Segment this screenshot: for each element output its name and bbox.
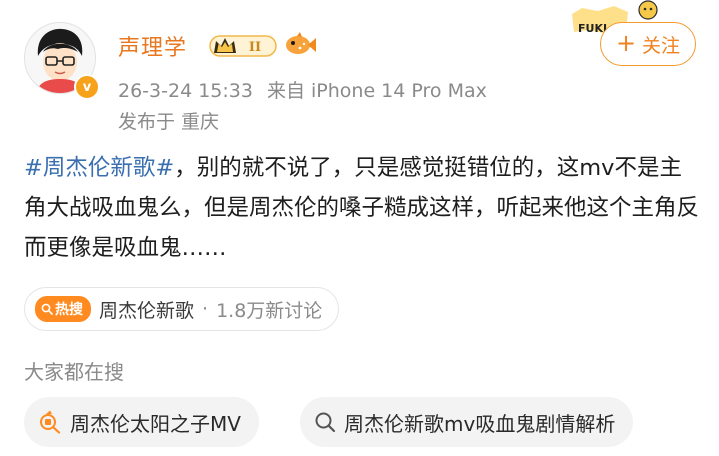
follow-button-label: 关注 bbox=[642, 34, 681, 57]
fish-badge-icon[interactable] bbox=[283, 30, 317, 58]
post-meta: 26-3-24 15:33 来自 iPhone 14 Pro Max bbox=[118, 76, 487, 103]
related-search-item[interactable]: 周杰伦新歌mv吸血鬼剧情解析 bbox=[300, 397, 634, 447]
related-search-item[interactable]: 周杰伦太阳之子MV bbox=[24, 397, 259, 447]
post-source: 来自 iPhone 14 Pro Max bbox=[266, 80, 487, 102]
related-search-label: 大家都在搜 bbox=[24, 360, 124, 384]
plus-icon: + bbox=[615, 29, 637, 57]
post-hashtag-link[interactable]: #周杰伦新歌# bbox=[24, 155, 174, 181]
hot-search-icon bbox=[40, 410, 61, 434]
related-search-text: 周杰伦新歌mv吸血鬼剧情解析 bbox=[344, 411, 616, 436]
hot-topic-count: 1.8万新讨论 bbox=[216, 299, 323, 322]
hot-tag-label: 热搜 bbox=[55, 302, 83, 318]
level-badge-text: II bbox=[249, 40, 261, 55]
hot-topic-title: 周杰伦新歌 bbox=[99, 299, 195, 322]
follow-button[interactable]: + 关注 bbox=[600, 22, 696, 66]
crown-level-badge-icon[interactable]: II bbox=[208, 33, 278, 59]
hot-topic-separator: · bbox=[202, 298, 209, 320]
hot-search-icon bbox=[41, 303, 53, 315]
verified-badge-icon: v bbox=[74, 74, 100, 100]
post-location: 发布于 重庆 bbox=[118, 111, 220, 133]
hot-topic-chip[interactable]: 热搜 周杰伦新歌 · 1.8万新讨论 bbox=[24, 287, 340, 331]
user-name[interactable]: 声理学 bbox=[118, 30, 187, 62]
related-search-text: 周杰伦太阳之子MV bbox=[70, 411, 241, 436]
post-time: 26-3-24 15:33 bbox=[118, 80, 253, 102]
hot-search-tag: 热搜 bbox=[35, 296, 91, 322]
search-icon bbox=[315, 412, 336, 433]
post-body: #周杰伦新歌#，别的就不说了，只是感觉挺错位的，这mv不是主角大战吸血鬼么，但是… bbox=[24, 148, 704, 268]
